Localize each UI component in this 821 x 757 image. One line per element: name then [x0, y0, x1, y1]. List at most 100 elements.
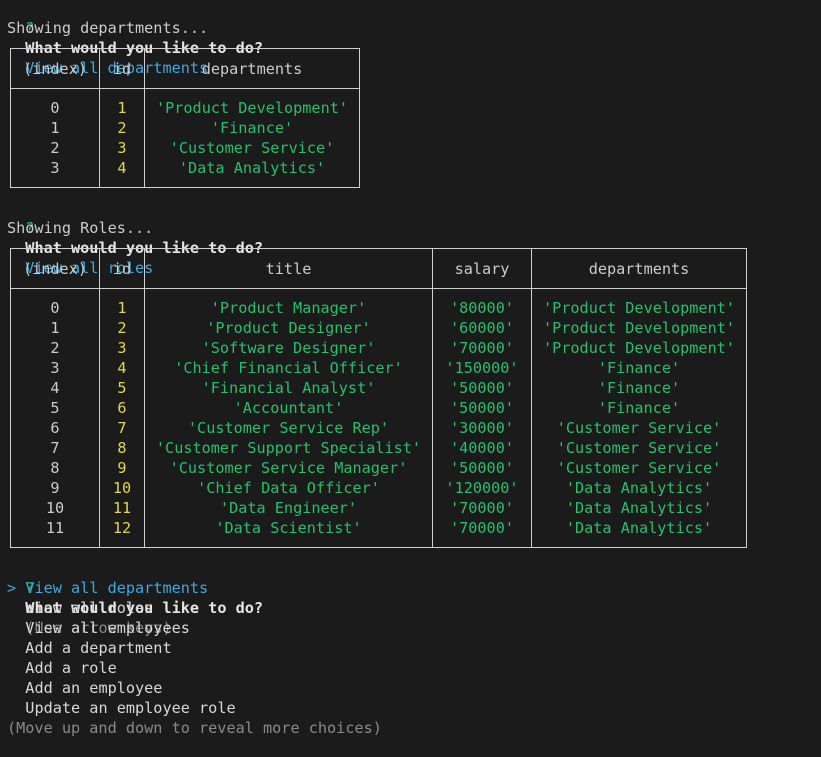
menu-choice[interactable]: Update an employee role [7, 698, 236, 718]
menu-choice[interactable]: > View all departments [7, 578, 208, 598]
table-row: 0 1 'Product Manager' '80000' 'Product Devel… [10, 288, 747, 318]
department-cell: 'Data Analytics' [531, 478, 747, 498]
id-cell: 4 [99, 358, 145, 378]
table-header-row: (index) id title salary departments [10, 248, 747, 289]
menu-choice[interactable]: Add a department [7, 638, 172, 658]
table-row: 10 11 'Data Engineer' '70000' 'Data Analytic… [10, 498, 747, 518]
id-cell: 3 [99, 138, 145, 158]
id-cell: 5 [99, 378, 145, 398]
table-row: 11 12 'Data Scientist' '70000' 'Data Analyti… [10, 518, 747, 548]
salary-cell: '150000' [432, 358, 532, 378]
table-row: 2 3 'Customer Service' [10, 138, 360, 158]
selection-pointer-icon: > [7, 579, 17, 597]
index-cell: 0 [10, 88, 100, 118]
title-cell: 'Data Scientist' [144, 518, 433, 548]
menu-choice[interactable]: View all employees [7, 618, 190, 638]
roles-table: (index) id title salary departments 0 1 'P… [10, 248, 747, 548]
column-header: id [99, 48, 145, 89]
salary-cell: '50000' [432, 398, 532, 418]
menu-choice[interactable]: Add a role [7, 658, 117, 678]
menu-choice-label: Add a department [25, 639, 172, 657]
id-cell: 10 [99, 478, 145, 498]
department-cell: 'Customer Service' [531, 418, 747, 438]
table-row: 6 7 'Customer Service Rep' '30000' 'Customer… [10, 418, 747, 438]
menu-choice-label: View all roles [25, 599, 154, 617]
column-header: departments [531, 248, 747, 289]
column-header: departments [144, 48, 360, 89]
salary-cell: '70000' [432, 338, 532, 358]
table-row: 3 4 'Data Analytics' [10, 158, 360, 188]
table-row: 1 2 'Finance' [10, 118, 360, 138]
index-cell: 4 [10, 378, 100, 398]
title-cell: 'Data Engineer' [144, 498, 433, 518]
choice-list-footer: (Move up and down to reveal more choices… [7, 719, 382, 737]
index-cell: 11 [10, 518, 100, 548]
title-cell: 'Chief Financial Officer' [144, 358, 433, 378]
department-cell: 'Customer Service' [144, 138, 360, 158]
status-text: Showing Roles... [7, 219, 154, 237]
salary-cell: '40000' [432, 438, 532, 458]
salary-cell: '30000' [432, 418, 532, 438]
salary-cell: '70000' [432, 518, 532, 548]
table-row: 4 5 'Financial Analyst' '50000' 'Finance' [10, 378, 747, 398]
title-cell: 'Customer Service Rep' [144, 418, 433, 438]
id-cell: 6 [99, 398, 145, 418]
column-header: (index) [10, 48, 100, 89]
index-cell: 2 [10, 138, 100, 158]
id-cell: 7 [99, 418, 145, 438]
table-row: 3 4 'Chief Financial Officer' '150000' 'Fina… [10, 358, 747, 378]
id-cell: 9 [99, 458, 145, 478]
menu-choice-label: View all employees [25, 619, 190, 637]
index-cell: 8 [10, 458, 100, 478]
department-cell: 'Finance' [531, 378, 747, 398]
menu-choice[interactable]: Add an employee [7, 678, 162, 698]
table-row: 9 10 'Chief Data Officer' '120000' 'Data Ana… [10, 478, 747, 498]
menu-choice-label: Update an employee role [25, 699, 236, 717]
salary-cell: '50000' [432, 458, 532, 478]
salary-cell: '60000' [432, 318, 532, 338]
id-cell: 1 [99, 88, 145, 118]
department-cell: 'Product Development' [531, 338, 747, 358]
index-cell: 6 [10, 418, 100, 438]
title-cell: 'Customer Service Manager' [144, 458, 433, 478]
table-row: 2 3 'Software Designer' '70000' 'Product Dev… [10, 338, 747, 358]
table-row: 1 2 'Product Designer' '60000' 'Product Deve… [10, 318, 747, 338]
menu-choice-label: Add an employee [25, 679, 163, 697]
title-cell: 'Product Designer' [144, 318, 433, 338]
title-cell: 'Customer Support Specialist' [144, 438, 433, 458]
prompt-line-2: ? What would you like to do? View all ro… [7, 198, 263, 277]
id-cell: 2 [99, 118, 145, 138]
menu-choice[interactable]: View all roles [7, 598, 153, 618]
index-cell: 7 [10, 438, 100, 458]
department-cell: 'Finance' [531, 358, 747, 378]
salary-cell: '70000' [432, 498, 532, 518]
departments-table: (index) id departments 0 1 'Product Develo… [10, 48, 360, 188]
index-cell: 0 [10, 288, 100, 318]
index-cell: 3 [10, 158, 100, 188]
department-cell: 'Customer Service' [531, 458, 747, 478]
title-cell: 'Financial Analyst' [144, 378, 433, 398]
prompt-line-3: ? What would you like to do? (Use arrow … [7, 558, 263, 637]
department-cell: 'Data Analytics' [144, 158, 360, 188]
prompt-line-1: ? What would you like to do? View all de… [7, 0, 263, 77]
table-header-row: (index) id departments [10, 48, 360, 89]
department-cell: 'Customer Service' [531, 438, 747, 458]
table-row: 7 8 'Customer Support Specialist' '40000' 'C… [10, 438, 747, 458]
title-cell: 'Chief Data Officer' [144, 478, 433, 498]
index-cell: 3 [10, 358, 100, 378]
id-cell: 8 [99, 438, 145, 458]
department-cell: 'Data Analytics' [531, 498, 747, 518]
salary-cell: '80000' [432, 288, 532, 318]
column-header: (index) [10, 248, 100, 289]
menu-choice-label: Add a role [25, 659, 117, 677]
column-header: id [99, 248, 145, 289]
id-cell: 3 [99, 338, 145, 358]
department-cell: 'Data Analytics' [531, 518, 747, 548]
department-cell: 'Product Development' [531, 288, 747, 318]
column-header: title [144, 248, 433, 289]
column-header: salary [432, 248, 532, 289]
table-row: 8 9 'Customer Service Manager' '50000' 'Cust… [10, 458, 747, 478]
department-cell: 'Finance' [531, 398, 747, 418]
department-cell: 'Product Development' [531, 318, 747, 338]
index-cell: 2 [10, 338, 100, 358]
